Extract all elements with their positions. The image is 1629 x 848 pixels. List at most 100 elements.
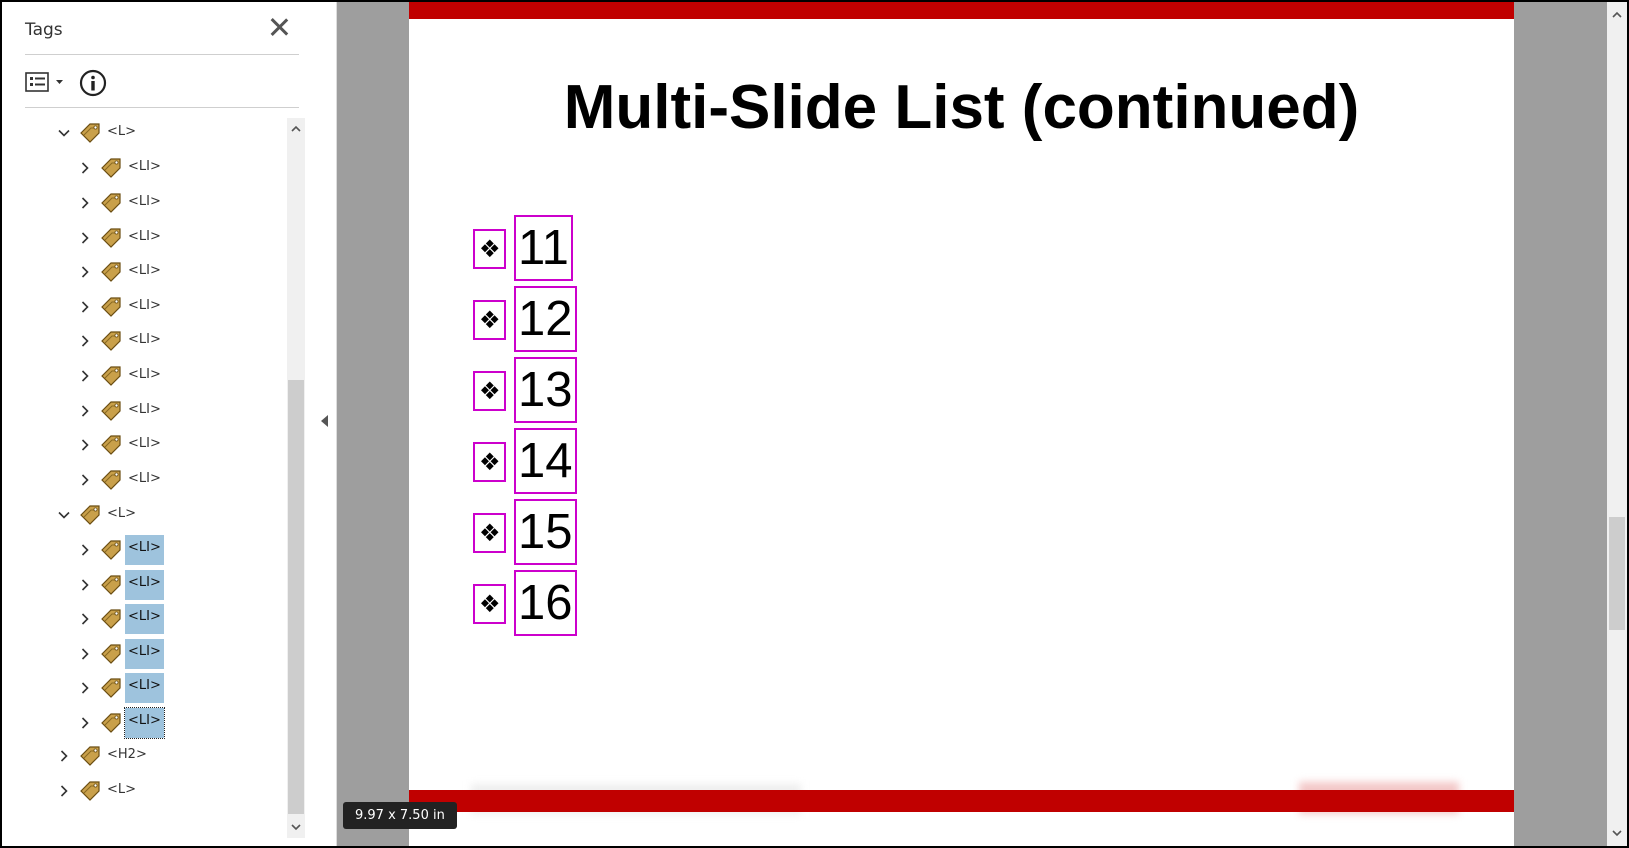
tree-node-label: <L> — [107, 782, 137, 797]
tree-node[interactable]: <LI> — [2, 465, 262, 497]
list-item: ❖ 13 — [473, 357, 773, 423]
list-item: ❖ 14 — [473, 428, 773, 494]
tree-node[interactable]: <LI> — [2, 535, 262, 567]
tree-node-label: <H2> — [107, 747, 147, 762]
tree-node-label: <LI> — [125, 535, 164, 565]
tag-icon — [99, 574, 123, 596]
scroll-up-icon[interactable] — [291, 124, 301, 134]
tree-scrollbar[interactable] — [287, 118, 305, 838]
tree-node[interactable]: <LI> — [2, 673, 262, 705]
scroll-down-icon[interactable] — [1612, 828, 1622, 838]
tag-icon — [99, 712, 123, 734]
tree-node-label: <LI> — [128, 401, 161, 417]
tree-node-label: <LI> — [128, 159, 161, 174]
tag-icon — [99, 434, 123, 456]
chevron-right-icon[interactable] — [79, 265, 91, 278]
chevron-right-icon[interactable] — [79, 543, 91, 556]
tree-node[interactable]: <LI> — [2, 430, 262, 462]
tree-node[interactable]: <LI> — [2, 604, 262, 636]
list-item-text: 14 — [514, 428, 577, 494]
chevron-right-icon[interactable] — [79, 404, 91, 417]
list-item-text: 11 — [514, 215, 573, 281]
chevron-right-icon[interactable] — [79, 369, 91, 382]
tag-icon — [99, 261, 123, 283]
tag-icon — [78, 122, 102, 144]
tree-node-label: <LI> — [128, 228, 161, 244]
list-item: ❖ 16 — [473, 570, 773, 636]
scroll-down-icon[interactable] — [291, 822, 301, 832]
options-menu-icon[interactable] — [25, 71, 69, 95]
list-item: ❖ 15 — [473, 499, 773, 565]
tree-node[interactable]: <LI> — [2, 569, 262, 602]
tree-node-label: <LI> — [128, 367, 161, 382]
slide-title: Multi-Slide List (continued) — [563, 73, 1360, 142]
chevron-down-icon[interactable] — [58, 126, 70, 138]
collapse-arrow-icon[interactable] — [321, 415, 328, 427]
diamond-bullet-icon: ❖ — [479, 306, 501, 334]
diamond-bullet-icon: ❖ — [479, 235, 501, 263]
document-view: Multi-Slide List (continued) ❖ 11 ❖ 12 ❖ 13 ❖ 1… — [337, 2, 1607, 846]
list-item-text: 13 — [514, 357, 577, 423]
chevron-right-icon[interactable] — [79, 300, 91, 313]
tree-node[interactable]: <LI> — [2, 638, 262, 671]
tree-node[interactable]: <H2> — [2, 741, 262, 773]
tag-icon — [99, 539, 123, 561]
tree-node[interactable]: <LI> — [2, 188, 262, 220]
tree-node[interactable]: <LI> — [2, 326, 262, 358]
scrollbar-thumb[interactable] — [1609, 517, 1625, 630]
tags-panel: Tags <L> <LI> <LI> <LI> <LI> <LI> <LI> <LI> <LI>… — [2, 2, 315, 846]
chevron-right-icon[interactable] — [79, 196, 91, 209]
tree-node-label: <LI> — [124, 707, 165, 739]
tag-icon — [99, 677, 123, 699]
tree-node-label: <LI> — [125, 569, 164, 600]
tree-node[interactable]: <LI> — [2, 707, 262, 740]
tree-node[interactable]: <L> — [2, 776, 262, 808]
bullet-tag-box: ❖ — [473, 229, 506, 269]
tree-node[interactable]: <LI> — [2, 396, 262, 428]
list-item-text: 16 — [514, 570, 577, 636]
tag-icon — [78, 780, 102, 802]
tree-node-label: <LI> — [125, 604, 164, 634]
tree-node-label: <L> — [107, 505, 137, 521]
list-item-text: 12 — [514, 286, 577, 352]
panel-splitter[interactable] — [314, 2, 337, 846]
tag-icon — [99, 365, 123, 387]
close-icon[interactable] — [268, 16, 290, 38]
pdf-page: Multi-Slide List (continued) ❖ 11 ❖ 12 ❖ 13 ❖ 1… — [409, 2, 1514, 846]
bullet-tag-box: ❖ — [473, 300, 506, 340]
tree-node[interactable]: <LI> — [2, 257, 262, 289]
diamond-bullet-icon: ❖ — [479, 448, 501, 476]
tree-node[interactable]: <L> — [2, 500, 262, 532]
diamond-bullet-icon: ❖ — [479, 377, 501, 405]
chevron-right-icon[interactable] — [79, 334, 91, 347]
chevron-right-icon[interactable] — [79, 578, 91, 591]
chevron-right-icon[interactable] — [79, 231, 91, 244]
chevron-down-icon[interactable] — [58, 508, 70, 520]
scroll-up-icon[interactable] — [1612, 10, 1622, 20]
chevron-right-icon[interactable] — [79, 473, 91, 486]
bullet-tag-box: ❖ — [473, 442, 506, 482]
bullet-tag-box: ❖ — [473, 371, 506, 411]
chevron-right-icon[interactable] — [79, 438, 91, 451]
tag-icon — [99, 643, 123, 665]
chevron-right-icon[interactable] — [79, 647, 91, 660]
scrollbar-thumb[interactable] — [288, 380, 304, 814]
tree-node-label: <LI> — [128, 263, 161, 278]
chevron-right-icon[interactable] — [79, 716, 91, 729]
tag-icon — [99, 296, 123, 318]
tree-node[interactable]: <LI> — [2, 153, 262, 185]
chevron-right-icon[interactable] — [79, 161, 91, 174]
tree-node[interactable]: <LI> — [2, 361, 262, 393]
tree-node[interactable]: <LI> — [2, 223, 262, 255]
document-scrollbar[interactable] — [1607, 2, 1627, 846]
chevron-right-icon[interactable] — [58, 784, 70, 797]
tree-node-label: <LI> — [125, 638, 164, 669]
chevron-right-icon[interactable] — [58, 749, 70, 762]
tag-icon — [78, 745, 102, 767]
tag-icon — [99, 608, 123, 630]
info-icon[interactable] — [79, 69, 107, 97]
chevron-right-icon[interactable] — [79, 612, 91, 625]
tree-node[interactable]: <L> — [2, 118, 262, 150]
chevron-right-icon[interactable] — [79, 681, 91, 694]
tree-node[interactable]: <LI> — [2, 292, 262, 324]
